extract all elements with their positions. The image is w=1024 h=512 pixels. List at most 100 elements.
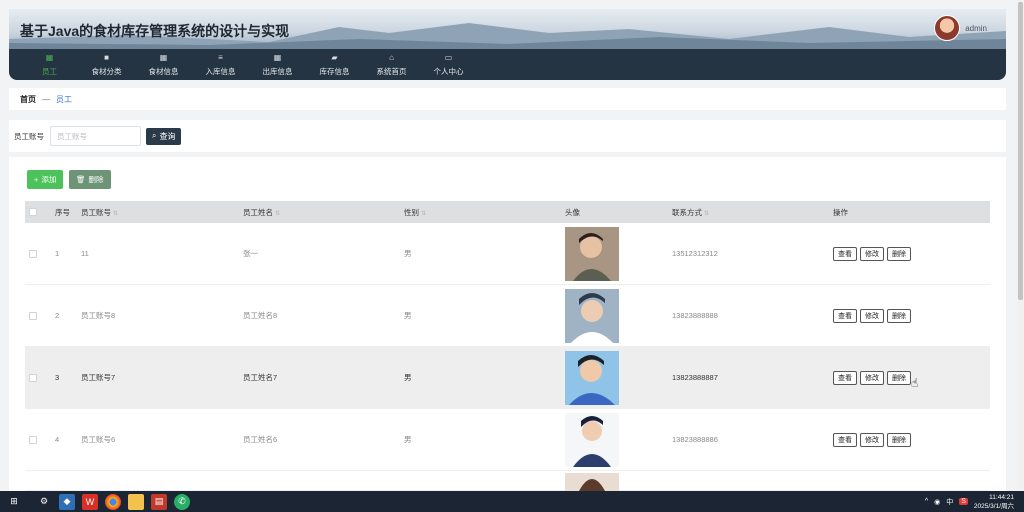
presentation-app-icon[interactable]: ▤: [151, 493, 167, 510]
table-row: [25, 471, 990, 491]
avatar-photo[interactable]: [565, 288, 619, 343]
select-all-checkbox[interactable]: [29, 208, 37, 216]
cell-no: 1: [55, 249, 60, 258]
nav-item-stock-out[interactable]: ▦ 出库信息: [249, 49, 306, 80]
plus-icon: +: [34, 175, 39, 184]
sort-icon: ⇅: [275, 210, 281, 217]
nav-item-home[interactable]: ⌂ 系统首页: [363, 49, 420, 80]
search-button[interactable]: ⌕ 查询: [146, 127, 182, 145]
table-row: 3 员工账号7 员工姓名7 男 13823888887 查看 修改 删除: [25, 347, 990, 409]
view-button[interactable]: 查看: [833, 308, 857, 323]
clock[interactable]: 11:44:21 2025/3/1/周六: [974, 493, 1014, 511]
cell-gender: 男: [404, 435, 412, 444]
cell-gender: 男: [404, 373, 412, 382]
security-app-icon[interactable]: S: [959, 498, 968, 505]
clock-date: 2025/3/1/周六: [973, 502, 1014, 510]
main-panel: + 添加 🗑 删除 序号 员工账号 ⇅ 员工姓名 ⇅ 性别 ⇅ 头像 联系方式 ⇅ 操作 1…: [9, 157, 1006, 491]
row-checkbox[interactable]: [29, 311, 37, 320]
home-icon: ⌂: [389, 52, 394, 62]
trash-icon: 🗑: [76, 175, 86, 184]
app-header: 基于Java的食材库存管理系统的设计与实现 admin ▦ 员工 ■ 食材分类 ▦ 食…: [9, 9, 1006, 80]
avatar-photo[interactable]: [565, 226, 619, 281]
cell-account: 员工账号6: [81, 435, 116, 444]
cell-no: 3: [55, 373, 60, 382]
cell-phone: 13823888887: [672, 373, 718, 382]
editor-app-icon[interactable]: ◆: [59, 493, 75, 510]
user-name[interactable]: admin: [965, 24, 987, 33]
row-checkbox[interactable]: [29, 373, 37, 382]
row-actions: 查看 修改 删除: [833, 246, 911, 261]
chat-icon: ▰: [331, 52, 338, 62]
cell-name: 张一: [243, 249, 258, 258]
staff-table: 序号 员工账号 ⇅ 员工姓名 ⇅ 性别 ⇅ 头像 联系方式 ⇅ 操作 1 11 张一 男…: [25, 201, 990, 491]
col-header-phone[interactable]: 联系方式 ⇅: [672, 207, 709, 218]
delete-button[interactable]: 删除: [887, 308, 911, 323]
avatar-photo[interactable]: [565, 473, 619, 491]
page-scrollbar[interactable]: [1017, 0, 1024, 491]
view-button[interactable]: 查看: [833, 370, 857, 385]
nav-item-stock-in[interactable]: ≡ 入库信息: [192, 49, 249, 80]
square-icon: ■: [104, 52, 109, 62]
chrome-icon[interactable]: [105, 493, 121, 510]
avatar-photo[interactable]: [565, 350, 619, 405]
batch-delete-button[interactable]: 🗑 删除: [69, 170, 111, 189]
nav-item-profile[interactable]: ▭ 个人中心: [420, 49, 477, 80]
cell-gender: 男: [404, 249, 412, 258]
view-button[interactable]: 查看: [833, 432, 857, 447]
breadcrumb-home[interactable]: 首页: [20, 94, 36, 105]
header-banner: 基于Java的食材库存管理系统的设计与实现 admin: [9, 9, 1006, 49]
edit-button[interactable]: 修改: [860, 432, 884, 447]
cell-phone: 13823888886: [672, 435, 718, 444]
windows-start-icon[interactable]: ⊞: [6, 494, 22, 510]
tray-expand-icon[interactable]: ^: [925, 498, 928, 505]
col-header-gender[interactable]: 性别 ⇅: [404, 207, 426, 218]
nav-item-food-info[interactable]: ▦ 食材信息: [135, 49, 192, 80]
scrollbar-thumb[interactable]: [1018, 2, 1023, 300]
col-header-name[interactable]: 员工姓名 ⇅: [243, 207, 280, 218]
col-header-account[interactable]: 员工账号 ⇅: [81, 207, 118, 218]
ime-indicator[interactable]: 中: [946, 497, 953, 507]
search-bar: 员工账号 ⌕ 查询: [9, 120, 1006, 152]
list-icon: ≡: [218, 52, 223, 62]
wechat-icon[interactable]: ✆: [174, 493, 190, 510]
sort-icon: ⇅: [421, 210, 427, 217]
settings-icon[interactable]: ⚙: [36, 494, 52, 510]
edit-button[interactable]: 修改: [860, 246, 884, 261]
wps-app-icon[interactable]: W: [82, 493, 98, 510]
delete-button[interactable]: 删除: [887, 246, 911, 261]
cell-gender: 男: [404, 311, 412, 320]
breadcrumb-separator: —: [42, 94, 50, 104]
row-checkbox[interactable]: [29, 435, 37, 444]
network-icon[interactable]: ◉: [934, 498, 940, 506]
grid-icon: ▦: [273, 52, 282, 62]
folder-icon[interactable]: [128, 493, 144, 510]
table-row: 1 11 张一 男 13512312312 查看 修改 删除: [25, 223, 990, 285]
cell-name: 员工姓名7: [243, 373, 278, 382]
row-actions: 查看 修改 删除: [833, 370, 911, 385]
nav-item-staff[interactable]: ▦ 员工: [21, 49, 78, 80]
delete-button[interactable]: 删除: [887, 432, 911, 447]
cell-phone: 13512312312: [672, 249, 718, 258]
table-header: 序号 员工账号 ⇅ 员工姓名 ⇅ 性别 ⇅ 头像 联系方式 ⇅ 操作: [25, 201, 990, 223]
col-header-no: 序号: [55, 207, 70, 217]
add-button[interactable]: + 添加: [27, 170, 64, 189]
search-label: 员工账号: [14, 131, 44, 141]
row-checkbox[interactable]: [29, 249, 37, 258]
breadcrumb: 首页 — 员工: [9, 88, 1006, 110]
search-icon: ⌕: [152, 131, 157, 140]
table-row: 2 员工账号8 员工姓名8 男 13823888888 查看 修改 删除: [25, 285, 990, 347]
edit-button[interactable]: 修改: [860, 308, 884, 323]
avatar-photo[interactable]: [565, 412, 619, 467]
edit-button[interactable]: 修改: [860, 370, 884, 385]
search-input[interactable]: [50, 126, 141, 146]
delete-button[interactable]: 删除: [887, 370, 911, 385]
nav-item-category[interactable]: ■ 食材分类: [78, 49, 135, 80]
user-avatar[interactable]: [934, 15, 960, 41]
cell-name: 员工姓名8: [243, 311, 278, 320]
sort-icon: ⇅: [704, 210, 710, 217]
breadcrumb-current[interactable]: 员工: [56, 94, 72, 105]
cell-no: 4: [55, 435, 60, 444]
view-button[interactable]: 查看: [833, 246, 857, 261]
col-header-actions: 操作: [833, 207, 848, 217]
nav-item-inventory[interactable]: ▰ 库存信息: [306, 49, 363, 80]
